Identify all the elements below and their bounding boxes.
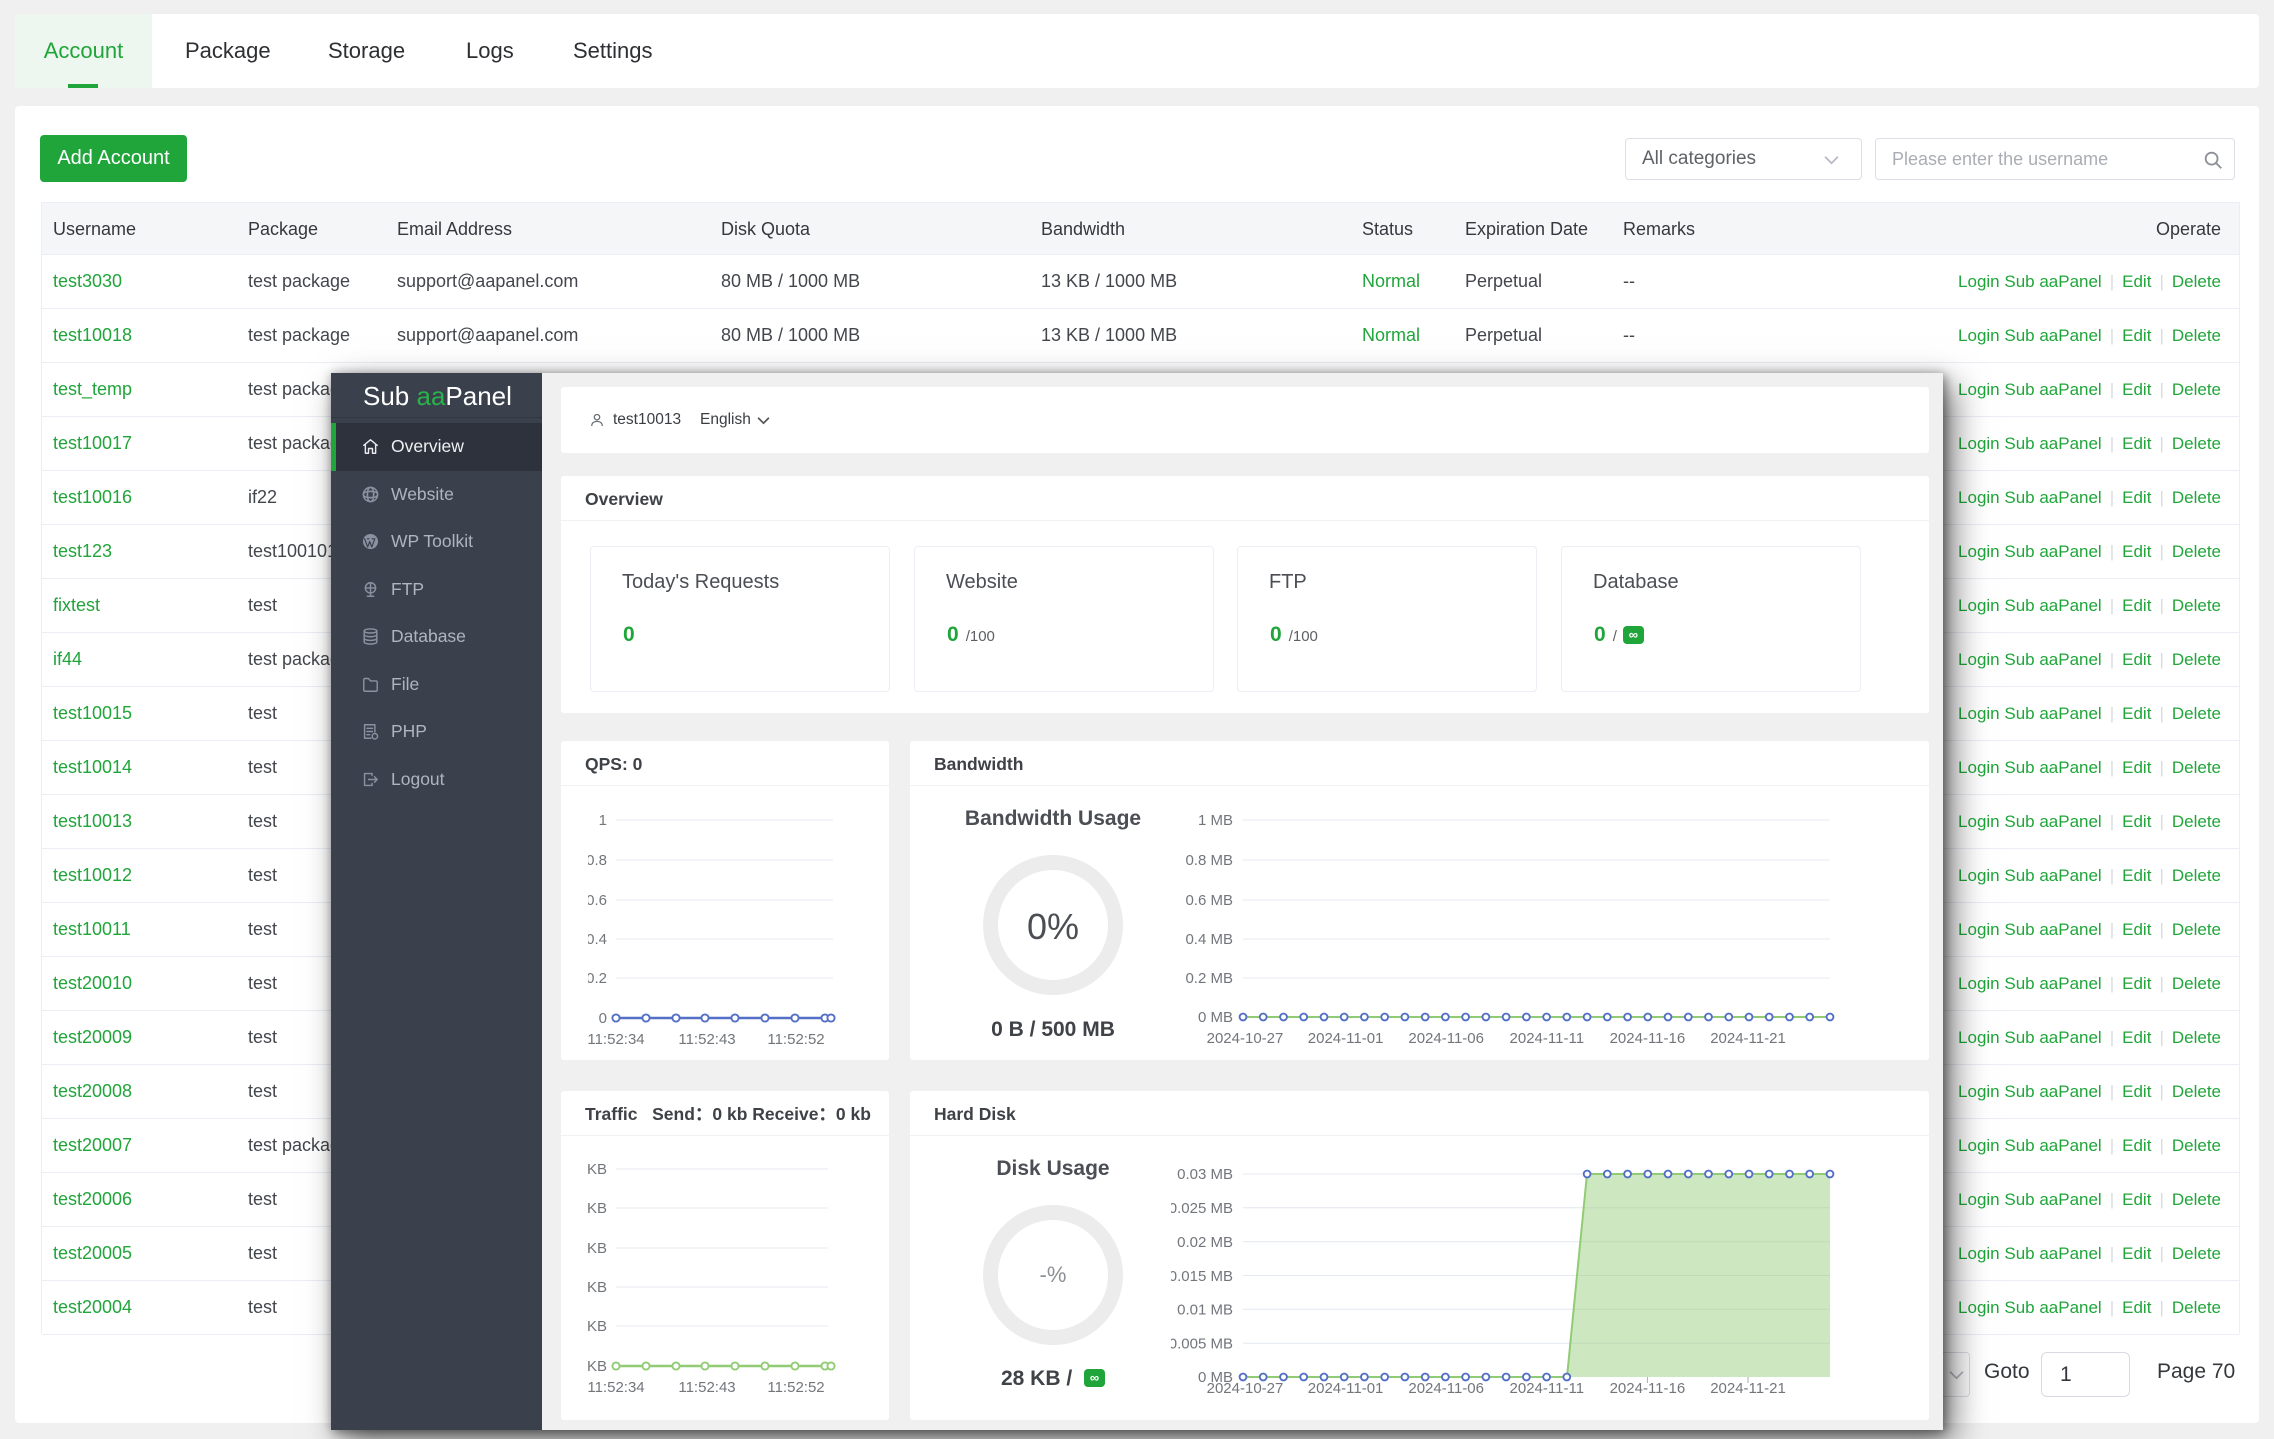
svg-text:2024-11-16: 2024-11-16 bbox=[1610, 1030, 1686, 1047]
svg-text:11:52:52: 11:52:52 bbox=[767, 1379, 824, 1396]
svg-text:KB: KB bbox=[588, 1358, 607, 1375]
svg-text:1: 1 bbox=[599, 812, 607, 829]
svg-text:KB: KB bbox=[588, 1279, 607, 1296]
svg-text:0: 0 bbox=[599, 1010, 607, 1027]
svg-text:KB: KB bbox=[588, 1318, 607, 1335]
svg-text:2024-11-01: 2024-11-01 bbox=[1308, 1380, 1384, 1397]
svg-text:11:52:34: 11:52:34 bbox=[588, 1379, 645, 1396]
svg-text:2024-11-06: 2024-11-06 bbox=[1408, 1030, 1484, 1047]
svg-text:11:52:52: 11:52:52 bbox=[767, 1031, 824, 1048]
svg-text:0.03 MB: 0.03 MB bbox=[1177, 1166, 1233, 1183]
svg-text:2024-11-11: 2024-11-11 bbox=[1510, 1030, 1585, 1047]
svg-text:2024-10-27: 2024-10-27 bbox=[1207, 1030, 1284, 1047]
svg-text:11:52:34: 11:52:34 bbox=[588, 1031, 645, 1048]
svg-text:0.8: 0.8 bbox=[588, 852, 607, 869]
svg-text:0.2 MB: 0.2 MB bbox=[1185, 970, 1233, 987]
svg-text:2024-11-06: 2024-11-06 bbox=[1408, 1380, 1484, 1397]
svg-text:2024-10-27: 2024-10-27 bbox=[1207, 1380, 1284, 1397]
svg-text:2024-11-01: 2024-11-01 bbox=[1308, 1030, 1384, 1047]
svg-text:0.02 MB: 0.02 MB bbox=[1177, 1234, 1233, 1251]
svg-text:KB: KB bbox=[588, 1240, 607, 1257]
svg-text:0.6 MB: 0.6 MB bbox=[1185, 892, 1233, 909]
svg-text:0.2: 0.2 bbox=[588, 970, 607, 987]
svg-text:0.005 MB: 0.005 MB bbox=[1171, 1335, 1233, 1352]
svg-text:2024-11-11: 2024-11-11 bbox=[1510, 1380, 1585, 1397]
svg-text:0 MB: 0 MB bbox=[1198, 1009, 1233, 1026]
svg-text:1 MB: 1 MB bbox=[1198, 812, 1233, 829]
svg-text:2024-11-21: 2024-11-21 bbox=[1710, 1030, 1786, 1047]
svg-text:KB: KB bbox=[588, 1161, 607, 1178]
svg-text:2024-11-16: 2024-11-16 bbox=[1610, 1380, 1686, 1397]
svg-text:11:52:43: 11:52:43 bbox=[678, 1031, 735, 1048]
svg-text:2024-11-21: 2024-11-21 bbox=[1710, 1380, 1786, 1397]
svg-text:0.015 MB: 0.015 MB bbox=[1171, 1268, 1233, 1285]
svg-text:11:52:43: 11:52:43 bbox=[678, 1379, 735, 1396]
svg-text:0.6: 0.6 bbox=[588, 892, 607, 909]
svg-text:0.4: 0.4 bbox=[588, 931, 607, 948]
svg-text:0.01 MB: 0.01 MB bbox=[1177, 1302, 1233, 1319]
svg-text:0.025 MB: 0.025 MB bbox=[1171, 1200, 1233, 1217]
svg-text:KB: KB bbox=[588, 1200, 607, 1217]
svg-text:0.8 MB: 0.8 MB bbox=[1185, 852, 1233, 869]
svg-text:0.4 MB: 0.4 MB bbox=[1185, 931, 1233, 948]
